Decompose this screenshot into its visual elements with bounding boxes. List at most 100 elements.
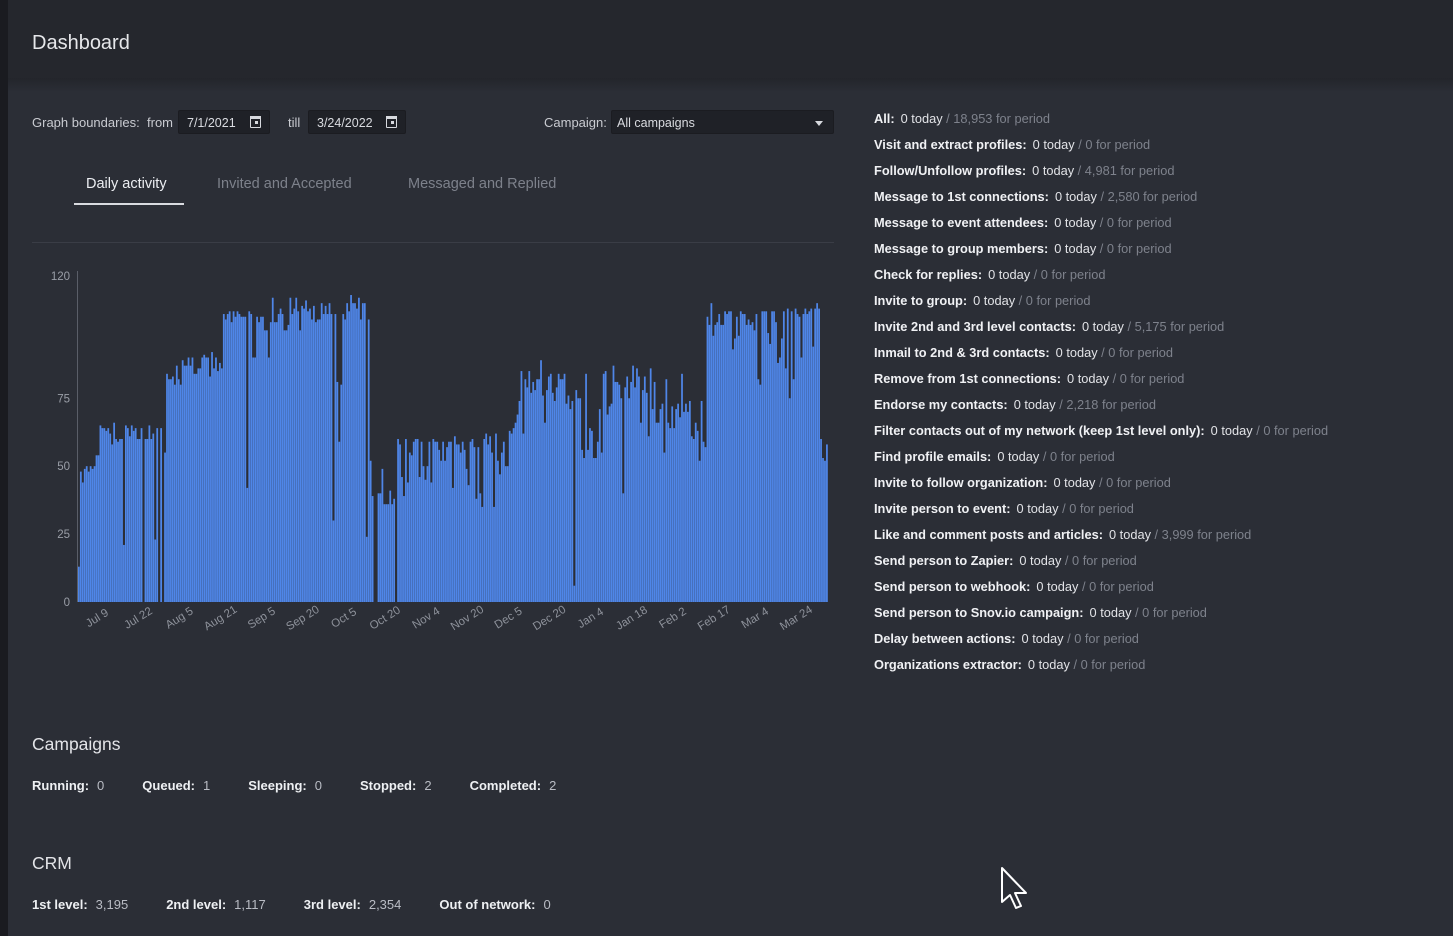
chart-bar[interactable] [546,390,548,602]
chart-bar[interactable] [585,373,587,602]
chart-bar[interactable] [589,428,591,602]
chart-bar[interactable] [128,436,131,602]
chart-bar[interactable] [242,316,245,602]
chart-bar[interactable] [743,314,746,602]
chart-bar[interactable] [679,417,681,602]
chart-bar[interactable] [356,308,358,602]
chart-bar[interactable] [383,504,386,602]
chart-bar[interactable] [391,504,394,602]
chart-bar[interactable] [83,468,86,602]
chart-bar[interactable] [481,506,484,602]
chart-bar[interactable] [305,300,307,602]
chart-bar[interactable] [763,311,766,602]
chart-bar[interactable] [105,430,108,602]
chart-bar[interactable] [739,311,742,602]
chart-bar[interactable] [217,371,219,602]
chart-bar[interactable] [89,466,92,602]
chart-bar[interactable] [277,314,280,602]
chart-bar[interactable] [485,433,488,602]
chart-bar[interactable] [103,428,106,602]
chart-bar[interactable] [185,365,188,602]
chart-bar[interactable] [152,433,155,602]
chart-bar[interactable] [279,308,282,602]
tab-invited-accepted[interactable]: Invited and Accepted [217,176,352,192]
chart-bar[interactable] [299,330,302,602]
chart-bar[interactable] [598,409,601,602]
chart-bar[interactable] [348,311,350,602]
chart-bar[interactable] [737,335,740,602]
chart-bar[interactable] [634,387,636,602]
chart-bar[interactable] [111,444,114,602]
chart-bar[interactable] [95,455,98,602]
chart-bar[interactable] [230,322,233,602]
chart-bar[interactable] [436,441,439,602]
chart-bar[interactable] [403,496,405,602]
chart-bar[interactable] [547,376,550,602]
chart-bar[interactable] [802,314,805,602]
chart-bar[interactable] [782,311,785,602]
chart-bar[interactable] [132,430,135,602]
chart-bar[interactable] [303,308,305,602]
chart-bar[interactable] [177,379,180,602]
chart-bar[interactable] [416,439,419,602]
chart-bar[interactable] [820,439,822,602]
chart-bar[interactable] [316,319,319,602]
chart-bar[interactable] [555,387,558,602]
chart-bar[interactable] [816,303,819,602]
chart-bar[interactable] [747,319,750,602]
chart-bar[interactable] [818,308,820,602]
chart-bar[interactable] [685,403,687,602]
chart-bar[interactable] [706,316,709,602]
chart-bar[interactable] [350,295,352,602]
chart-bar[interactable] [399,444,401,602]
chart-bar[interactable] [426,466,429,602]
chart-bar[interactable] [726,314,728,602]
chart-bar[interactable] [575,390,578,602]
chart-bar[interactable] [690,436,693,602]
chart-bar[interactable] [224,319,227,602]
chart-bar[interactable] [708,324,711,602]
chart-bar[interactable] [336,381,339,602]
chart-bar[interactable] [446,447,448,602]
chart-bar[interactable] [354,303,356,602]
chart-bar[interactable] [649,368,652,602]
chart-bar[interactable] [773,311,775,602]
chart-bar[interactable] [534,390,537,602]
chart-bar[interactable] [379,493,382,602]
chart-bar[interactable] [168,379,170,602]
chart-bar[interactable] [467,485,470,602]
chart-bar[interactable] [497,460,499,602]
chart-bar[interactable] [561,379,564,602]
chart-bar[interactable] [745,324,748,602]
chart-bar[interactable] [600,452,603,602]
chart-bar[interactable] [432,439,435,602]
chart-bar[interactable] [389,490,392,602]
chart-bar[interactable] [536,379,538,602]
campaign-select[interactable]: All campaigns [611,110,834,134]
chart-bar[interactable] [361,303,364,602]
chart-bar[interactable] [528,371,531,602]
chart-bar[interactable] [734,338,736,602]
chart-bar[interactable] [254,357,256,603]
chart-bar[interactable] [565,403,568,602]
chart-bar[interactable] [473,447,476,602]
chart-bar[interactable] [753,330,756,602]
chart-bar[interactable] [146,439,149,602]
chart-bar[interactable] [808,311,811,602]
chart-bar[interactable] [812,346,815,602]
chart-bar[interactable] [79,471,82,602]
chart-bar[interactable] [273,322,276,602]
chart-bar[interactable] [418,477,421,602]
chart-bar[interactable] [493,506,495,602]
chart-bar[interactable] [765,311,768,602]
chart-bar[interactable] [518,400,521,602]
chart-bar[interactable] [814,308,817,602]
chart-bar[interactable] [140,428,143,602]
chart-bar[interactable] [457,444,460,602]
chart-bar[interactable] [804,308,807,602]
chart-bar[interactable] [779,357,781,603]
chart-bar[interactable] [244,316,247,602]
chart-bar[interactable] [101,428,104,602]
chart-bar[interactable] [410,455,413,602]
chart-bar[interactable] [491,452,493,602]
